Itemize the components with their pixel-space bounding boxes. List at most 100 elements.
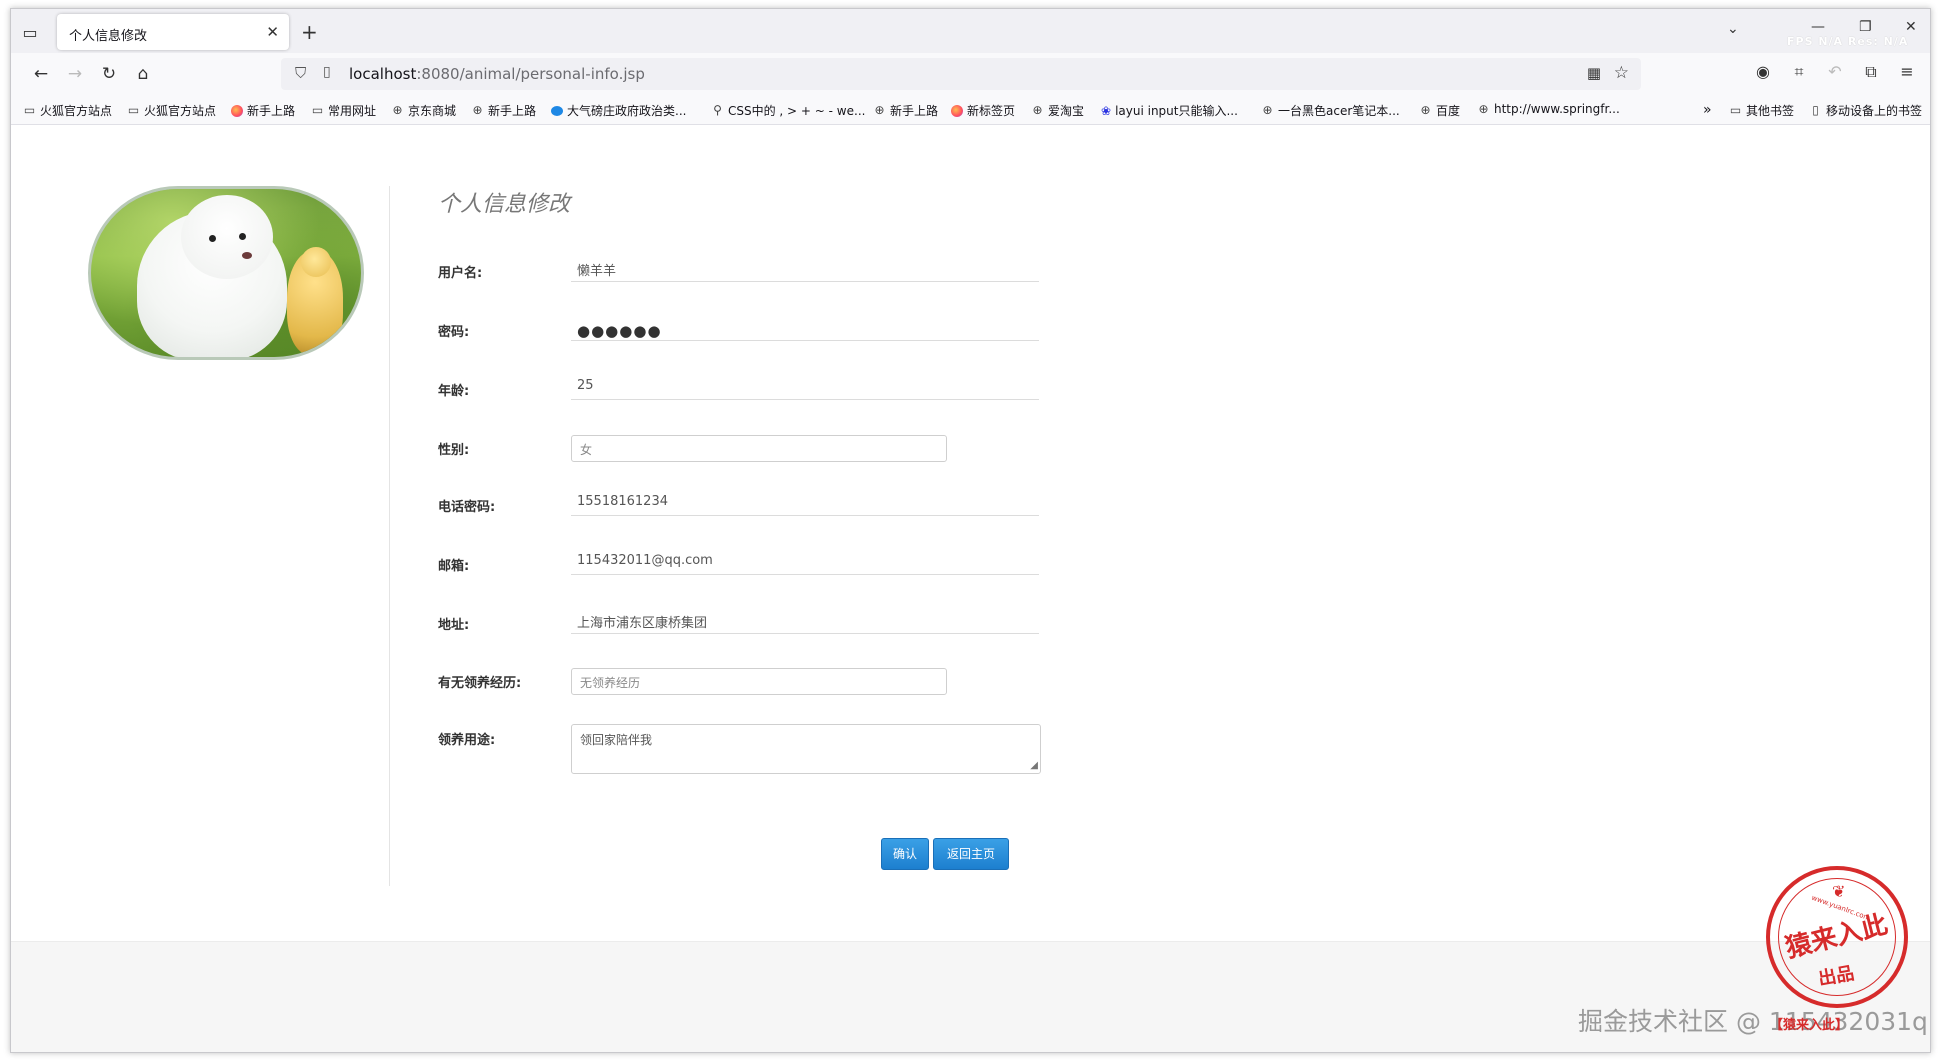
vertical-divider	[389, 186, 390, 886]
bookmark-item[interactable]: ▭ 火狐官方站点	[127, 102, 216, 119]
mobile-bookmarks[interactable]: ▯ 移动设备上的书签	[1809, 102, 1922, 119]
account-icon[interactable]: ◉	[1751, 62, 1775, 81]
url-bar[interactable]: ⛉ ▯ localhost:8080/animal/personal-info.…	[281, 58, 1641, 90]
bookmark-label: 大气磅庄政府政治类...	[567, 104, 687, 118]
purpose-textarea[interactable]: 领回家陪伴我 ◢	[571, 724, 1041, 774]
page-content: 个人信息修改 用户名: 懒羊羊 密码: ●●●●●● 年龄: 25 性别: 女 …	[11, 126, 1930, 941]
globe-icon: ⊕	[472, 103, 483, 117]
folder-icon: ▭	[1729, 103, 1742, 117]
bookmark-label: 新标签页	[967, 104, 1016, 118]
bookmark-label: 百度	[1436, 104, 1461, 118]
menu-icon[interactable]: ≡	[1895, 62, 1919, 81]
bookmark-label: 京东商城	[408, 104, 457, 118]
confirm-button[interactable]: 确认	[881, 838, 929, 870]
fps-overlay: FPS N/A Res: N/A	[1787, 35, 1909, 48]
bookmark-label: 爱淘宝	[1048, 104, 1085, 118]
bookmark-item[interactable]: ▭ 常用网址	[311, 102, 376, 119]
experience-input[interactable]: 无领养经历	[571, 668, 947, 695]
email-input[interactable]: 115432011@qq.com	[571, 545, 1039, 575]
bookmark-item[interactable]: ⊕ http://www.springfr...	[1477, 101, 1620, 116]
chevron-down-icon[interactable]: ⌄	[1727, 21, 1739, 37]
gender-label: 性别:	[438, 443, 470, 458]
shield-icon[interactable]: ⛉	[295, 64, 306, 82]
restore-icon[interactable]: ❐	[1859, 19, 1872, 35]
globe-icon: ⊕	[1420, 103, 1431, 117]
address-input[interactable]: 上海市浦东区康桥集团	[571, 604, 1039, 634]
bookmark-item[interactable]: ▭ 火狐官方站点	[23, 102, 112, 119]
resize-grip-icon[interactable]: ◢	[1030, 760, 1038, 771]
url-text[interactable]: localhost:8080/animal/personal-info.jsp	[349, 65, 645, 83]
username-label: 用户名:	[438, 266, 483, 281]
back-home-button[interactable]: 返回主页	[933, 838, 1009, 870]
purpose-value: 领回家陪伴我	[580, 733, 653, 747]
globe-icon: ⊕	[1478, 101, 1489, 116]
home-icon[interactable]: ⌂	[131, 62, 155, 86]
crop-icon[interactable]: ⌗	[1787, 62, 1811, 82]
bookmark-item[interactable]: 新手上路	[231, 102, 295, 119]
extensions-icon[interactable]: ⧉	[1859, 62, 1883, 82]
phone-input[interactable]: 15518161234	[571, 486, 1039, 516]
bookmark-label: 新手上路	[488, 104, 537, 118]
back-arrow-icon[interactable]: ←	[29, 62, 53, 86]
bookmark-label: 新手上路	[247, 104, 296, 118]
bookmark-label: 常用网址	[328, 104, 377, 118]
bookmarks-toolbar: ▭ 火狐官方站点 ▭ 火狐官方站点 新手上路 ▭ 常用网址 ⊕ 京东商城 ⊕ 新手上路 大…	[11, 95, 1930, 125]
firefox-icon	[951, 104, 963, 117]
age-input[interactable]: 25	[571, 370, 1039, 400]
browser-window: ▭ 个人信息修改 ✕ + ⌄ — ❐ ✕ FPS N/A Res: N/A ← …	[10, 8, 1931, 1053]
phone-label: 电话密码:	[438, 500, 496, 515]
globe-icon: ⊕	[392, 103, 403, 117]
bookmark-item[interactable]: ⊕ 一台黑色acer笔记本...	[1261, 102, 1400, 119]
username-input[interactable]: 懒羊羊	[571, 252, 1039, 282]
tab-overview-icon[interactable]: ▭	[19, 21, 41, 43]
folder-icon: ▭	[23, 103, 36, 117]
pet-avatar-image	[88, 186, 364, 360]
gender-input[interactable]: 女	[571, 435, 947, 462]
new-tab-button[interactable]: +	[301, 20, 318, 44]
page-icon[interactable]: ▯	[323, 64, 331, 80]
bookmark-item[interactable]: ⚲ CSS中的 , > + ~ - we...	[711, 102, 865, 119]
age-label: 年龄:	[438, 384, 470, 399]
qr-code-icon[interactable]: ▦	[1587, 64, 1601, 82]
star-icon[interactable]: ☆	[1614, 63, 1629, 83]
bookmark-item[interactable]: ❀ layui input只能输入...	[1101, 102, 1238, 119]
bookmark-item[interactable]: 大气磅庄政府政治类...	[551, 102, 686, 119]
bookmark-item[interactable]: ⊕ 新手上路	[873, 102, 938, 119]
active-tab[interactable]: 个人信息修改 ✕	[57, 14, 289, 50]
undo-icon[interactable]: ↶	[1823, 62, 1847, 81]
bookmarks-overflow-button[interactable]: »	[1703, 102, 1712, 118]
forward-arrow-icon[interactable]: →	[63, 62, 87, 86]
bookmark-label: 一台黑色acer笔记本...	[1278, 104, 1400, 118]
folder-icon: ▭	[311, 103, 324, 117]
globe-icon: ⊕	[874, 103, 885, 117]
reload-icon[interactable]: ↻	[97, 62, 121, 86]
minimize-icon[interactable]: —	[1811, 19, 1825, 35]
close-tab-icon[interactable]: ✕	[266, 23, 279, 41]
email-label: 邮箱:	[438, 559, 470, 574]
experience-label: 有无领养经历:	[438, 676, 522, 691]
bookmark-item[interactable]: ⊕ 新手上路	[471, 102, 536, 119]
other-bookmarks[interactable]: ▭ 其他书签	[1729, 102, 1794, 119]
bookmark-label: CSS中的 , > + ~ - we...	[728, 104, 866, 118]
bookmark-item[interactable]: ⊕ 爱淘宝	[1031, 102, 1084, 119]
site-icon	[551, 105, 563, 116]
purpose-label: 领养用途:	[438, 733, 496, 748]
bookmark-label: 其他书签	[1746, 104, 1795, 118]
bookmark-label: 新手上路	[890, 104, 939, 118]
password-label: 密码:	[438, 325, 470, 340]
page-title: 个人信息修改	[438, 192, 571, 217]
bookmark-item[interactable]: ⊕ 百度	[1419, 102, 1460, 119]
firefox-icon	[231, 104, 243, 117]
bookmark-label: layui input只能输入...	[1115, 104, 1238, 118]
bookmark-label: 火狐官方站点	[40, 104, 113, 118]
bookmark-item[interactable]: 新标签页	[951, 102, 1015, 119]
mobile-icon: ▯	[1812, 103, 1819, 117]
globe-icon: ⊕	[1262, 103, 1273, 117]
bookmark-item[interactable]: ⊕ 京东商城	[391, 102, 456, 119]
bookmark-label: http://www.springfr...	[1494, 102, 1620, 116]
seal-logo-icon: ❦	[1832, 882, 1846, 901]
bookmark-label: 移动设备上的书签	[1826, 104, 1923, 118]
folder-icon: ▭	[127, 103, 140, 117]
password-value: ●●●●●●	[577, 322, 662, 340]
close-window-icon[interactable]: ✕	[1905, 19, 1917, 35]
